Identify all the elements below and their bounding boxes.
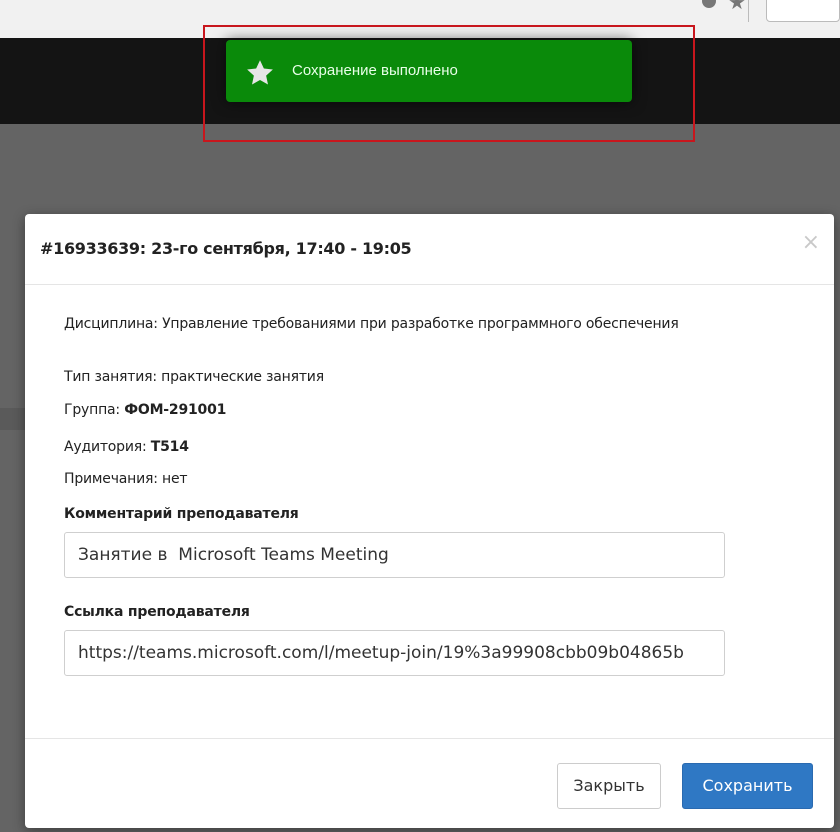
teacher-comment-input[interactable] xyxy=(64,532,725,578)
browser-account-box[interactable] xyxy=(766,0,840,22)
close-icon[interactable]: × xyxy=(802,232,820,254)
notes-value: нет xyxy=(162,471,188,487)
close-button[interactable]: Закрыть xyxy=(557,763,661,809)
save-button[interactable]: Сохранить xyxy=(682,763,813,809)
toast-message: Сохранение выполнено xyxy=(292,62,458,79)
browser-toolbar: ★ xyxy=(0,0,840,39)
group-label: Группа: xyxy=(64,402,120,418)
lesson-type-info: Тип занятия: практические занятия xyxy=(64,369,324,385)
discipline-label: Дисциплина: xyxy=(64,316,158,332)
teacher-comment-label: Комментарий преподавателя xyxy=(64,506,299,522)
background-element xyxy=(0,408,26,430)
bookmark-star-icon[interactable]: ★ xyxy=(728,0,746,12)
teacher-link-label: Ссылка преподавателя xyxy=(64,604,250,620)
modal-header: #16933639: 23-го сентября, 17:40 - 19:05… xyxy=(25,214,834,285)
lesson-modal: #16933639: 23-го сентября, 17:40 - 19:05… xyxy=(25,214,834,828)
success-toast[interactable]: Сохранение выполнено xyxy=(226,40,632,102)
room-info: Аудитория: Т514 xyxy=(64,439,189,455)
room-value: Т514 xyxy=(150,439,189,455)
discipline-info: Дисциплина: Управление требованиями при … xyxy=(64,316,704,333)
discipline-value: Управление требованиями при разработке п… xyxy=(162,316,679,332)
star-icon xyxy=(247,60,273,85)
notes-info: Примечания: нет xyxy=(64,471,188,487)
extension-icon[interactable] xyxy=(702,0,716,8)
room-label: Аудитория: xyxy=(64,439,147,455)
modal-title: #16933639: 23-го сентября, 17:40 - 19:05 xyxy=(40,239,412,258)
group-info: Группа: ФОМ-291001 xyxy=(64,402,226,418)
lesson-type-value: практические занятия xyxy=(161,369,324,385)
group-value: ФОМ-291001 xyxy=(124,402,227,418)
notes-label: Примечания: xyxy=(64,471,158,487)
teacher-link-input[interactable] xyxy=(64,630,725,676)
toolbar-divider xyxy=(748,0,749,22)
lesson-type-label: Тип занятия: xyxy=(64,369,157,385)
modal-footer: Закрыть Сохранить xyxy=(25,738,834,829)
